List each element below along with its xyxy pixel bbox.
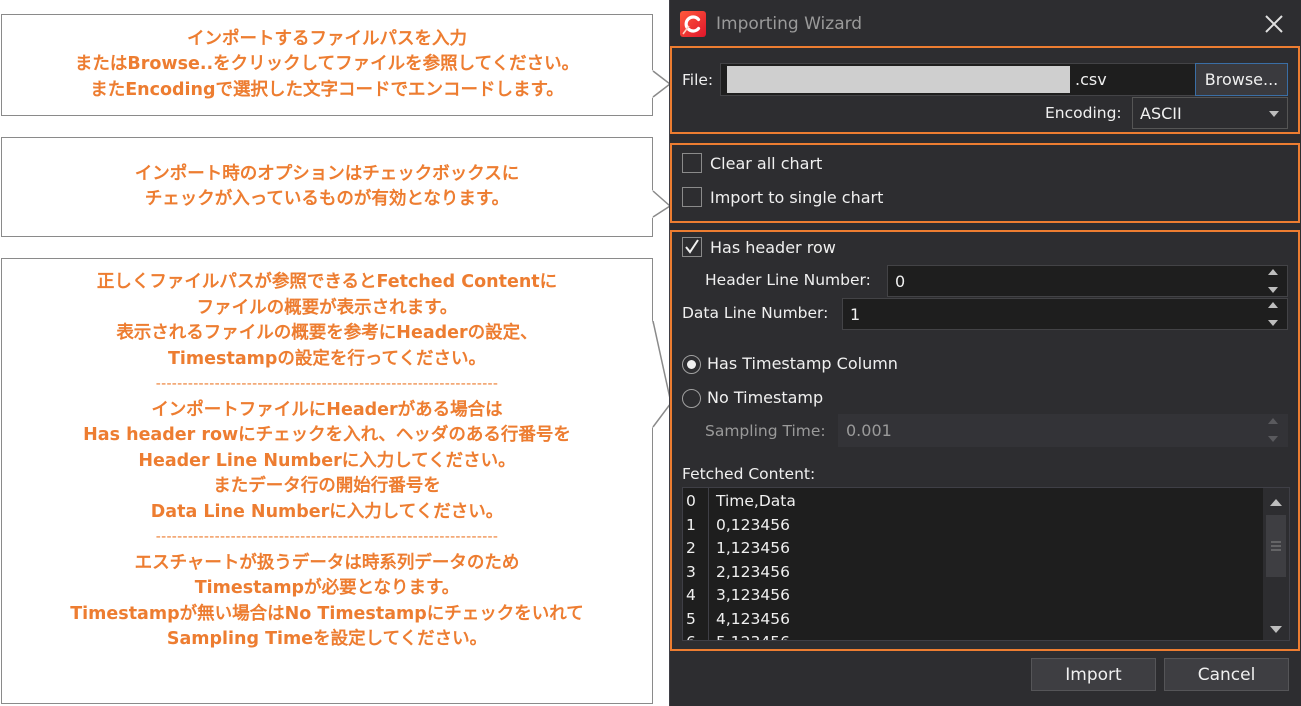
callout-text: またはBrowse..をクリックしてファイルを参照してください。	[74, 54, 580, 75]
list-item-text: 4,123456	[716, 609, 790, 628]
callout-text: またEncodingで選択した文字コードでエンコードします。	[90, 79, 564, 100]
fetched-content-list[interactable]: 0 Time,Data 1 0,123456 2 1,123456 3 2,12…	[682, 487, 1290, 641]
checkmark-icon	[685, 239, 699, 254]
encoding-select[interactable]: ASCII	[1132, 97, 1288, 129]
callout-settings: 正しくファイルパスが参照できるとFetched Contentに ファイルの概要…	[1, 258, 653, 704]
callout-text: インポートするファイルパスを入力	[187, 28, 467, 49]
list-item-text: Time,Data	[716, 492, 796, 510]
scroll-down-icon[interactable]	[1263, 618, 1289, 638]
chevron-down-icon	[1269, 111, 1279, 117]
import-single-chart-checkbox[interactable]	[682, 187, 702, 207]
callout-text: Sampling Timeを設定してください。	[166, 629, 488, 649]
list-item-text: 1,123456	[716, 539, 790, 557]
scrollbar-thumb[interactable]	[1266, 515, 1286, 577]
file-path-text: .csv	[1075, 70, 1107, 89]
callout-text: 正しくファイルパスが参照できるとFetched Contentに	[96, 272, 558, 292]
importing-wizard-dialog: Importing Wizard File: .csv Browse... En…	[669, 0, 1301, 706]
import-button[interactable]: Import	[1031, 658, 1156, 691]
file-path-redacted	[727, 66, 1070, 93]
file-label: File:	[682, 71, 714, 89]
encoding-label: Encoding:	[1045, 104, 1122, 122]
radio-selected-dot	[687, 360, 696, 369]
list-item-number: 3	[686, 562, 696, 581]
has-header-row-checkbox[interactable]	[682, 237, 702, 257]
callout-text: エスチャートが扱うデータは時系列データのため	[134, 552, 520, 573]
list-item-number: 1	[686, 515, 696, 534]
callout-text: またデータ行の開始行番号を	[213, 476, 441, 496]
list-item-number: 6	[686, 633, 702, 640]
header-line-number-input[interactable]: 0	[887, 265, 1288, 297]
callout-options: インポート時のオプションはチェックボックスに チェックが入っているものが有効とな…	[1, 137, 653, 237]
scroll-up-icon[interactable]	[1263, 494, 1289, 514]
data-line-number-label: Data Line Number:	[682, 304, 829, 322]
spinner-arrows-icon	[1268, 418, 1278, 442]
list-item-number: 2	[686, 539, 696, 557]
grip-icon	[1271, 541, 1281, 551]
file-path-input[interactable]: .csv	[720, 63, 1196, 96]
callout-text: Timestampが無い場合はNo Timestampにチェックをいれて	[70, 603, 584, 624]
encoding-value: ASCII	[1140, 103, 1182, 123]
clear-all-chart-label: Clear all chart	[710, 154, 823, 173]
callout-text: Data Line Numberに入力してください。	[150, 501, 504, 522]
sampling-time-label: Sampling Time:	[705, 422, 826, 440]
has-header-row-label: Has header row	[710, 238, 836, 257]
sampling-time-value: 0.001	[846, 421, 892, 440]
list-item-number: 4	[686, 586, 696, 604]
clear-all-chart-checkbox[interactable]	[682, 153, 702, 173]
list-item-number: 0	[686, 492, 696, 510]
fetched-content-label: Fetched Content:	[682, 465, 816, 483]
close-icon[interactable]	[1260, 10, 1288, 38]
data-line-number-spinner[interactable]	[1266, 299, 1280, 329]
vertical-scrollbar[interactable]	[1263, 488, 1289, 640]
spinner-arrows-icon	[1268, 269, 1278, 293]
callout-text: Timestampの設定を行ってください。	[168, 348, 486, 369]
header-line-number-spinner[interactable]	[1266, 266, 1280, 296]
data-line-number-value: 1	[850, 304, 861, 324]
callout-text: 表示されるファイルの概要を参考にHeaderの設定、	[116, 323, 538, 343]
list-item-text: 5,123456	[716, 633, 790, 640]
callout-text: ファイルの概要が表示されます。	[196, 297, 458, 318]
no-timestamp-label: No Timestamp	[707, 388, 824, 407]
window-title: Importing Wizard	[716, 14, 863, 34]
callout-text: インポート時のオプションはチェックボックスに	[134, 163, 520, 184]
callout-text: Has header rowにチェックを入れ、ヘッダのある行番号を	[83, 425, 571, 445]
list-item-text: 2,123456	[716, 562, 790, 581]
browse-button[interactable]: Browse...	[1195, 63, 1288, 96]
list-item-text: 3,123456	[716, 586, 790, 604]
title-bar: Importing Wizard	[670, 0, 1301, 48]
has-timestamp-label: Has Timestamp Column	[707, 354, 898, 373]
callout-text: インポートファイルにHeaderがある場合は	[151, 399, 503, 420]
list-divider	[708, 488, 709, 640]
header-line-number-value: 0	[895, 271, 906, 291]
app-logo-icon	[680, 11, 706, 37]
import-single-chart-label: Import to single chart	[710, 188, 884, 207]
callout-text: Timestampが必要となります。	[194, 578, 460, 598]
cancel-button[interactable]: Cancel	[1164, 658, 1289, 691]
has-timestamp-radio[interactable]	[682, 355, 701, 374]
callout-separator: ----------------------------------------…	[155, 529, 499, 545]
no-timestamp-radio[interactable]	[682, 389, 701, 408]
callout-text: Header Line Numberに入力してください。	[138, 450, 516, 471]
data-line-number-input[interactable]: 1	[842, 298, 1288, 330]
sampling-time-spinner[interactable]	[1266, 415, 1280, 445]
list-item-text: 0,123456	[716, 515, 790, 534]
header-line-number-label: Header Line Number:	[705, 271, 871, 289]
callout-file: インポートするファイルパスを入力 またはBrowse..をクリックしてファイルを…	[1, 14, 653, 116]
callout-text: チェックが入っているものが有効となります。	[144, 189, 510, 209]
sampling-time-input[interactable]: 0.001	[838, 414, 1288, 447]
spinner-arrows-icon	[1268, 302, 1278, 326]
list-item-number: 5	[686, 609, 696, 628]
callout-separator: ----------------------------------------…	[155, 376, 499, 392]
